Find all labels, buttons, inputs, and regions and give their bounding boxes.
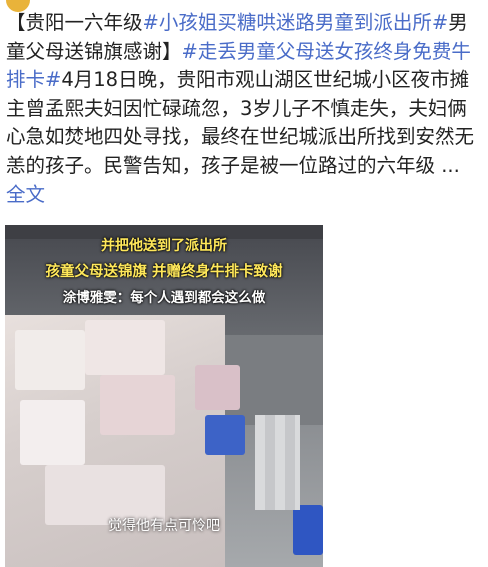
post-body-text: 4月18日晚，贵阳市观山湖区世纪城小区夜市摊主曾孟熙夫妇因忙碌疏忽，3岁儿子不慎…: [6, 68, 475, 177]
video-player[interactable]: 并把他送到了派出所 孩童父母送锦旗 并赠终身牛排卡致谢 涂博雅雯：每个人遇到都会…: [5, 225, 323, 567]
video-scene-box: [20, 400, 85, 465]
post-title-prefix: 【贵阳一六年级: [6, 11, 143, 34]
hashtag-link[interactable]: #小孩姐买糖哄迷路男童到派出所#: [143, 11, 449, 34]
video-scene-box: [85, 320, 165, 375]
mosaic-blur: [255, 415, 300, 510]
video-caption-headline: 孩童父母送锦旗 并赠终身牛排卡致谢: [45, 264, 283, 280]
video-subtitle: 觉得他有点可怜吧: [108, 518, 220, 534]
post-body: 【贵阳一六年级#小孩姐买糖哄迷路男童到派出所#男童父母送锦旗感谢】#走丢男童父母…: [6, 9, 484, 209]
video-caption-quote: 涂博雅雯：每个人遇到都会这么做: [62, 290, 266, 306]
video-scene-bag: [195, 365, 240, 410]
video-scene-basket: [205, 415, 245, 455]
video-scene-box: [15, 330, 85, 390]
expand-full-text-link[interactable]: 全文: [6, 183, 45, 206]
video-scene-box: [100, 375, 175, 435]
video-caption-top: 并把他送到了派出所: [101, 238, 227, 254]
